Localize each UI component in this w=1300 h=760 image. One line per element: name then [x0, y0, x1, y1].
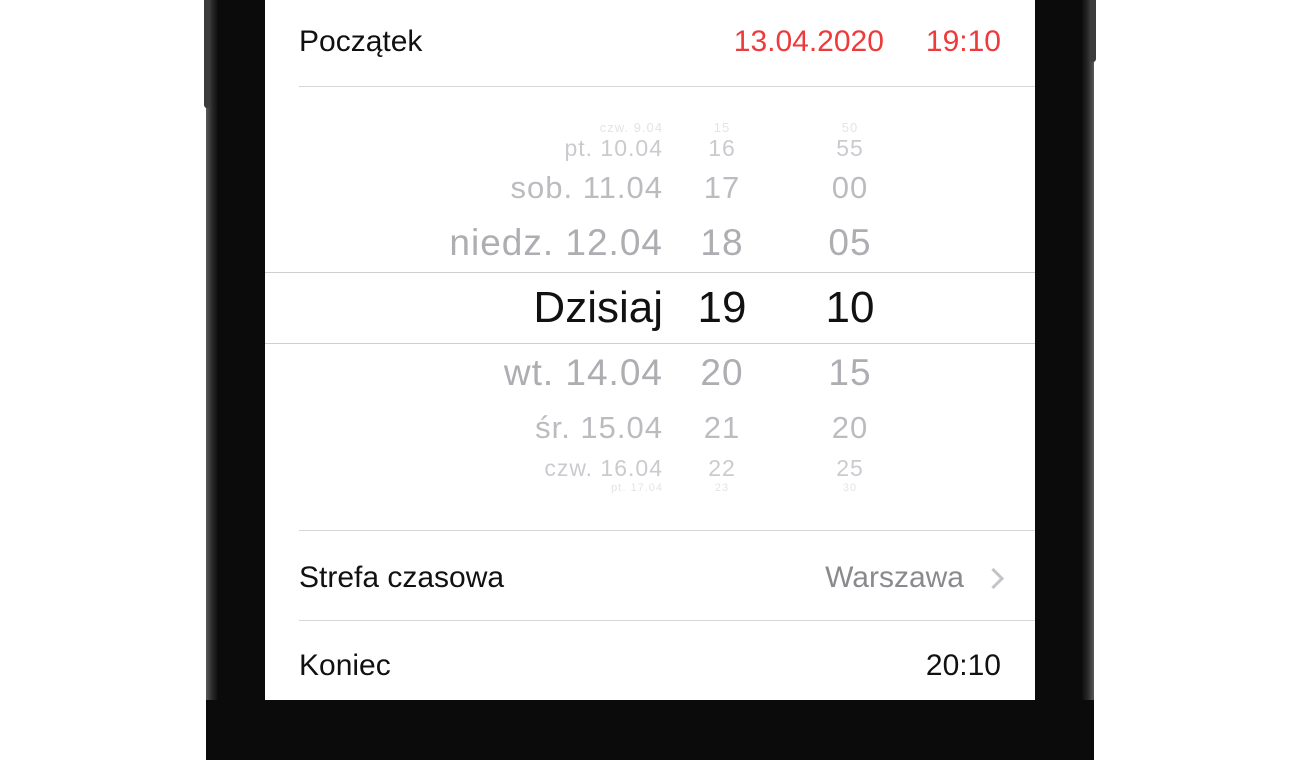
picker-minute-item[interactable]: 25	[805, 454, 895, 482]
picker-date-item[interactable]: pt. 17.04	[611, 482, 663, 494]
picker-date-item[interactable]: czw. 16.04	[544, 454, 663, 482]
start-label: Początek	[299, 25, 423, 58]
picker-minute-item[interactable]: 30	[805, 482, 895, 494]
start-value-group: 13.04.2020 19:10	[734, 25, 1001, 59]
picker-hour-item[interactable]: 20	[679, 350, 765, 396]
picker-minute-item[interactable]: 50	[805, 120, 895, 135]
separator	[299, 620, 1035, 621]
start-date-value[interactable]: 13.04.2020	[734, 25, 884, 59]
date-time-picker[interactable]: czw. 9.04 15 50 pt. 10.04 16 55 sob. 11.…	[265, 110, 1035, 500]
picker-hour-item[interactable]: 21	[679, 408, 765, 448]
picker-minute-item[interactable]: 15	[805, 350, 895, 396]
picker-minute-item[interactable]: 55	[805, 134, 895, 162]
end-label: Koniec	[299, 649, 391, 682]
start-row[interactable]: Początek 13.04.2020 19:10	[299, 18, 1001, 66]
picker-date-item[interactable]: czw. 9.04	[600, 120, 663, 135]
screen: Początek 13.04.2020 19:10 czw. 9.04 15 5…	[265, 0, 1035, 700]
picker-date-item[interactable]: sob. 11.04	[511, 168, 663, 208]
timezone-label: Strefa czasowa	[299, 561, 505, 594]
picker-hour-item[interactable]: 16	[679, 134, 765, 162]
picker-hour-selected[interactable]: 19	[679, 280, 765, 336]
picker-minute-selected[interactable]: 10	[805, 280, 895, 336]
end-time-value[interactable]: 20:10	[926, 649, 1001, 683]
start-time-value[interactable]: 19:10	[926, 25, 1001, 59]
picker-minute-item[interactable]: 00	[805, 168, 895, 208]
picker-date-item[interactable]: pt. 10.04	[564, 134, 663, 162]
chevron-right-icon	[982, 567, 1005, 589]
separator	[299, 86, 1035, 87]
picker-date-item[interactable]: wt. 14.04	[504, 350, 663, 396]
picker-hour-item[interactable]: 15	[679, 120, 765, 135]
picker-selection-bottom-line	[265, 343, 1035, 344]
end-row[interactable]: Koniec 20:10	[299, 642, 1001, 690]
picker-date-item[interactable]: śr. 15.04	[535, 408, 663, 448]
picker-hour-item[interactable]: 23	[679, 482, 765, 494]
timezone-value: Warszawa	[825, 561, 964, 594]
picker-date-item[interactable]: niedz. 12.04	[449, 220, 663, 266]
side-button-right	[1090, 0, 1096, 62]
timezone-value-group: Warszawa	[825, 561, 1005, 595]
side-button-left	[204, 0, 210, 108]
picker-minute-item[interactable]: 05	[805, 220, 895, 266]
picker-selection-top-line	[265, 272, 1035, 273]
separator	[299, 530, 1035, 531]
picker-hour-item[interactable]: 18	[679, 220, 765, 266]
phone-edge-right	[1082, 0, 1094, 700]
picker-date-selected[interactable]: Dzisiaj	[533, 280, 663, 336]
picker-hour-item[interactable]: 17	[679, 168, 765, 208]
timezone-row[interactable]: Strefa czasowa Warszawa	[299, 554, 1005, 602]
picker-hour-item[interactable]: 22	[679, 454, 765, 482]
picker-minute-item[interactable]: 20	[805, 408, 895, 448]
